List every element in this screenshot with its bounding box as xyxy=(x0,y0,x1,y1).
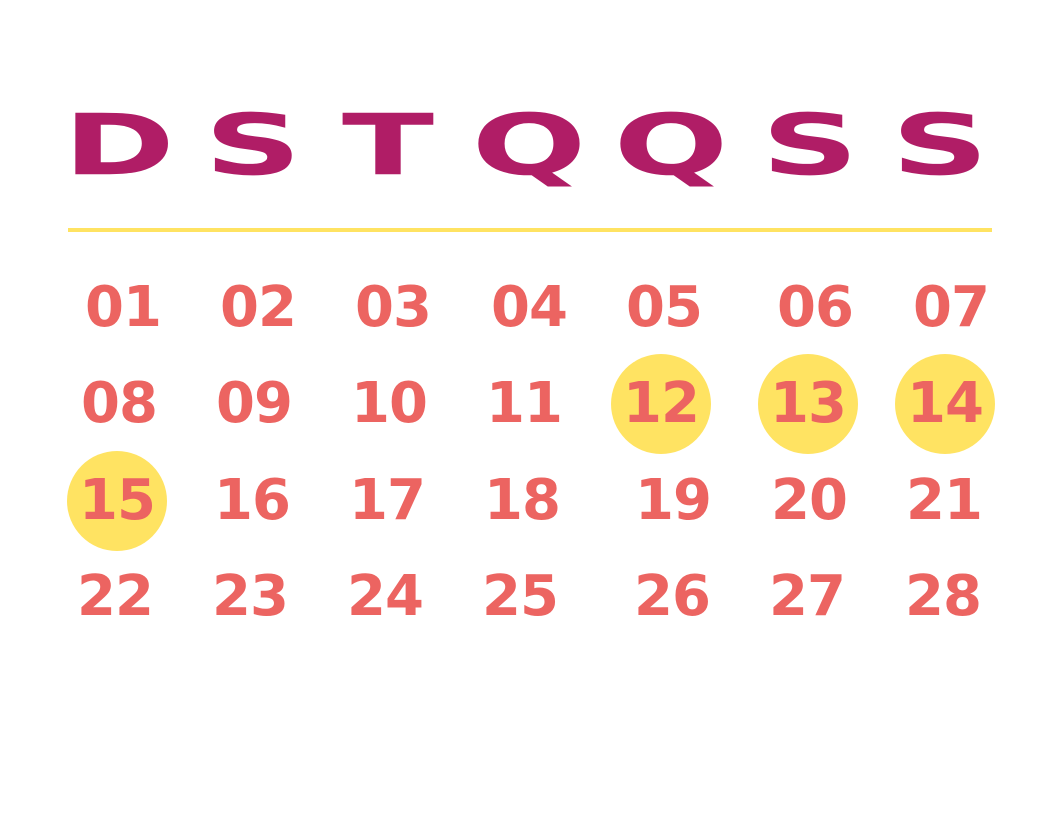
day-number: 01 xyxy=(85,275,162,340)
day-number: 03 xyxy=(355,275,432,340)
day-number: 02 xyxy=(220,275,297,340)
day-cell[interactable]: 15 xyxy=(67,451,167,551)
day-number: 07 xyxy=(913,275,990,340)
day-cell[interactable]: 14 xyxy=(895,354,995,454)
day-number: 27 xyxy=(769,564,846,629)
day-number: 25 xyxy=(482,564,559,629)
day-number: 23 xyxy=(212,564,289,629)
day-cell[interactable]: 06 xyxy=(765,258,865,358)
day-cell[interactable]: 23 xyxy=(200,547,300,647)
day-cell[interactable]: 25 xyxy=(470,547,570,647)
day-number: 14 xyxy=(907,371,984,436)
day-number: 17 xyxy=(349,468,426,533)
day-number: 28 xyxy=(905,564,982,629)
day-number: 09 xyxy=(216,371,293,436)
day-cell[interactable]: 21 xyxy=(894,451,994,551)
day-cell[interactable]: 22 xyxy=(65,547,165,647)
day-cell[interactable]: 01 xyxy=(73,258,173,358)
day-number: 04 xyxy=(491,275,568,340)
day-cell[interactable]: 02 xyxy=(208,258,308,358)
weekday-tuesday: T xyxy=(341,96,435,195)
day-cell[interactable]: 24 xyxy=(335,547,435,647)
day-cell[interactable]: 19 xyxy=(623,451,723,551)
day-cell[interactable]: 11 xyxy=(474,354,574,454)
day-cell[interactable]: 09 xyxy=(204,354,304,454)
day-number: 21 xyxy=(906,468,983,533)
calendar: D S T Q Q S S 01 02 03 04 05 06 07 08 09… xyxy=(0,0,1060,838)
day-number: 22 xyxy=(77,564,154,629)
day-number: 05 xyxy=(626,275,703,340)
day-cell[interactable]: 05 xyxy=(614,258,714,358)
day-cell[interactable]: 03 xyxy=(343,258,443,358)
header-divider xyxy=(68,228,992,232)
day-number: 06 xyxy=(777,275,854,340)
day-cell[interactable]: 28 xyxy=(893,547,993,647)
day-number: 20 xyxy=(771,468,848,533)
day-cell[interactable]: 04 xyxy=(479,258,579,358)
day-cell[interactable]: 16 xyxy=(202,451,302,551)
day-number: 11 xyxy=(486,371,563,436)
day-number: 10 xyxy=(351,371,428,436)
weekday-thursday: Q xyxy=(613,96,729,195)
day-cell[interactable]: 08 xyxy=(69,354,169,454)
day-number: 15 xyxy=(79,468,156,533)
weekday-saturday: S xyxy=(891,96,989,195)
day-cell[interactable]: 17 xyxy=(337,451,437,551)
day-number: 24 xyxy=(347,564,424,629)
day-cell[interactable]: 10 xyxy=(339,354,439,454)
day-number: 16 xyxy=(214,468,291,533)
day-number: 08 xyxy=(81,371,158,436)
weekday-friday: S xyxy=(761,96,859,195)
weekday-monday: S xyxy=(204,96,302,195)
day-cell[interactable]: 07 xyxy=(901,258,1001,358)
day-cell[interactable]: 18 xyxy=(472,451,572,551)
day-cell[interactable]: 27 xyxy=(757,547,857,647)
day-number: 26 xyxy=(634,564,711,629)
day-number: 13 xyxy=(770,371,847,436)
day-number: 12 xyxy=(623,371,700,436)
weekday-wednesday: Q xyxy=(471,96,587,195)
weekday-sunday: D xyxy=(62,96,176,195)
day-cell[interactable]: 12 xyxy=(611,354,711,454)
day-cell[interactable]: 13 xyxy=(758,354,858,454)
day-number: 18 xyxy=(484,468,561,533)
day-cell[interactable]: 26 xyxy=(622,547,722,647)
day-number: 19 xyxy=(635,468,712,533)
day-cell[interactable]: 20 xyxy=(759,451,859,551)
